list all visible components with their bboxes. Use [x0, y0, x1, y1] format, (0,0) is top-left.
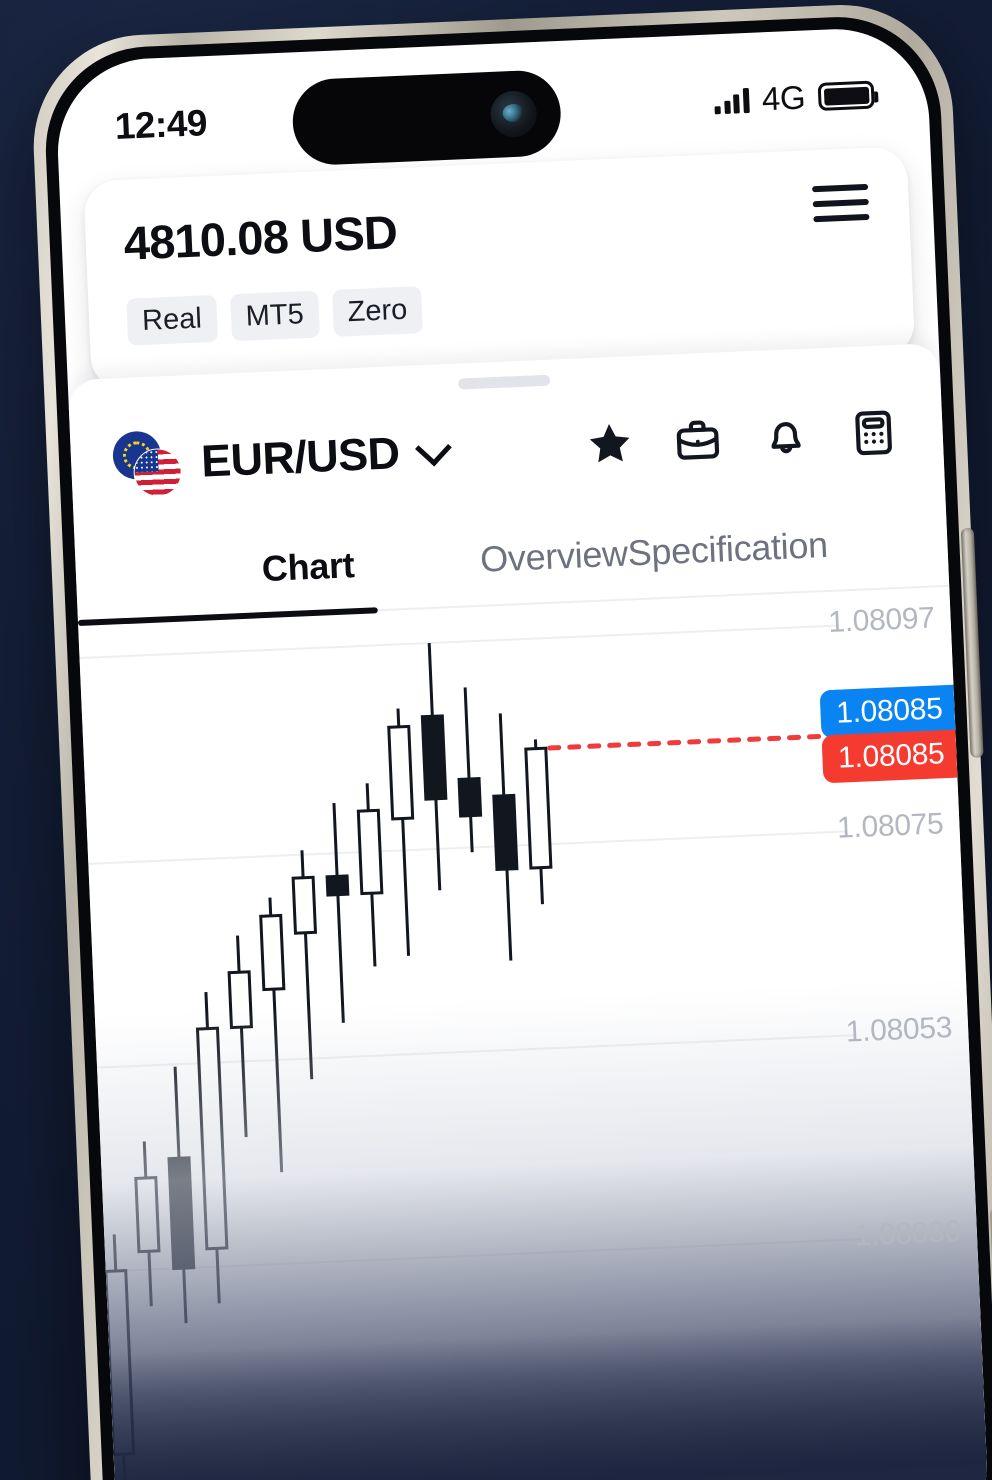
bell-icon[interactable] [760, 411, 812, 463]
symbol-actions [584, 407, 900, 470]
price-axis-label: 1.08075 [836, 807, 945, 845]
candlestick-chart[interactable]: 1.08097 1.08075 1.08053 1.08030 1.08085 … [78, 589, 990, 1480]
briefcase-icon[interactable] [672, 414, 724, 466]
front-camera-icon [489, 90, 538, 138]
network-type-label: 4G [761, 78, 806, 118]
status-indicators: 4G [714, 76, 875, 121]
chart-sheet: EUR/USD Chart Overview Specification 1.0… [67, 343, 991, 1480]
phone-screen: 12:49 4G 4810.08 USD Real MT5 Zero EUR/U… [54, 25, 991, 1480]
dynamic-island [291, 69, 563, 167]
ask-price-badge[interactable]: 1.08085 [821, 729, 958, 784]
status-clock: 12:49 [113, 102, 208, 148]
phone-device: 12:49 4G 4810.08 USD Real MT5 Zero EUR/U… [0, 0, 992, 1480]
price-axis-label: 1.08097 [827, 601, 936, 639]
star-icon[interactable] [584, 418, 636, 470]
badge-spread: Zero [331, 286, 424, 337]
symbol-flags [110, 427, 189, 500]
symbol-header: EUR/USD [69, 369, 944, 502]
tab-overview[interactable]: Overview [479, 533, 629, 609]
symbol-name: EUR/USD [200, 427, 401, 487]
badge-platform: MT5 [229, 290, 320, 342]
badge-account-type: Real [126, 294, 218, 346]
price-axis-label: 1.08030 [853, 1214, 962, 1253]
price-axis-label: 1.08053 [845, 1011, 953, 1049]
battery-icon [817, 80, 875, 111]
calculator-icon[interactable] [848, 407, 900, 459]
hamburger-icon[interactable] [812, 183, 870, 223]
account-badges: Real MT5 Zero [126, 267, 875, 346]
account-balance: 4810.08 USD [122, 205, 399, 270]
signal-strength-icon [714, 87, 750, 115]
chevron-down-icon[interactable] [415, 429, 453, 467]
tab-chart[interactable]: Chart [261, 544, 356, 618]
us-flag-icon [132, 447, 183, 498]
